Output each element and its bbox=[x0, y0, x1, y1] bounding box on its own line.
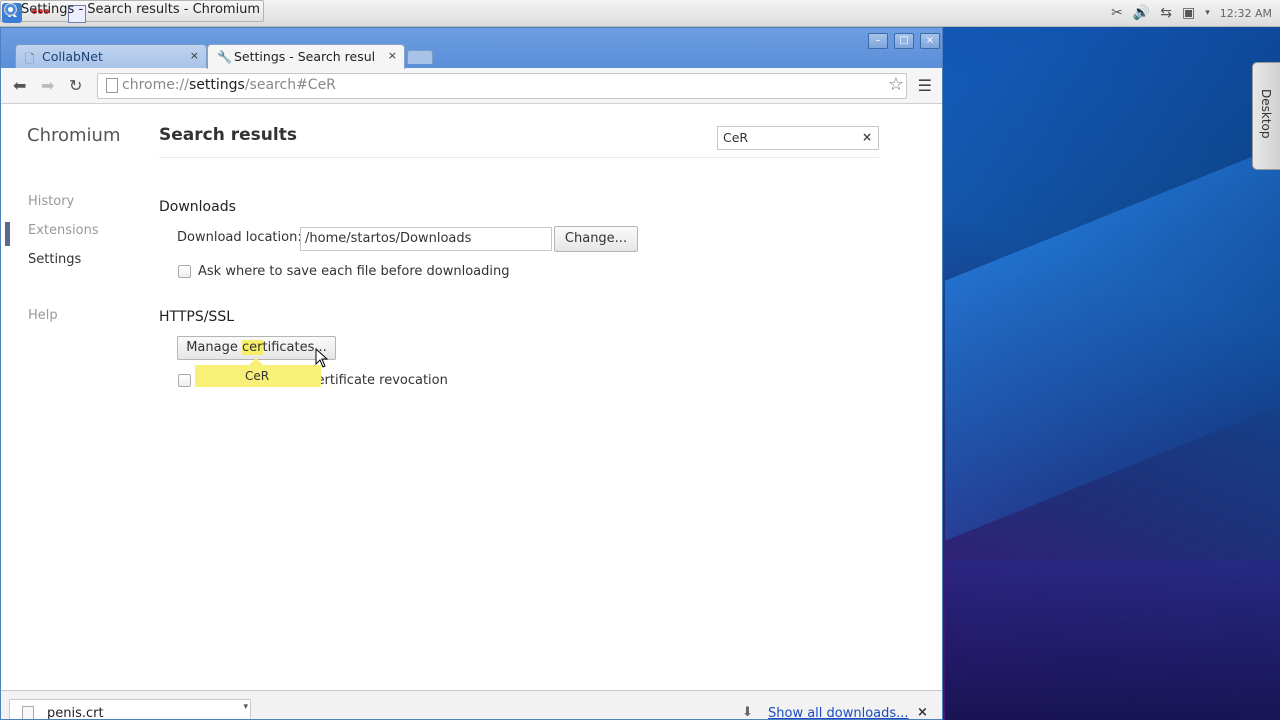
download-location-label: Download location: bbox=[177, 230, 302, 245]
browser-window: 🗋 CollabNet × 🔧 Settings - Search result… bbox=[0, 27, 943, 720]
divider bbox=[159, 157, 879, 158]
tab-settings[interactable]: 🔧 Settings - Search results × bbox=[207, 44, 405, 69]
section-title-https: HTTPS/SSL bbox=[159, 309, 235, 325]
browser-toolbar: ⬅ ➡ ↻ chrome://settings/search#CeR ☆ ☰ bbox=[1, 68, 942, 104]
download-file-name: penis.crt bbox=[47, 706, 104, 720]
tab-close-button[interactable]: × bbox=[190, 49, 199, 62]
system-tray: ✂ 🔊 ⇆ ▣ ▾ 12:32 AM bbox=[1111, 3, 1272, 23]
volume-icon[interactable]: 🔊 bbox=[1133, 5, 1150, 21]
download-item[interactable]: penis.crt ▾ bbox=[9, 699, 251, 720]
mouse-cursor-icon bbox=[315, 348, 329, 368]
back-button[interactable]: ⬅ bbox=[13, 76, 26, 95]
menu-icon[interactable]: ☰ bbox=[918, 76, 932, 95]
search-input[interactable]: CeR × bbox=[717, 126, 879, 150]
clear-search-icon[interactable]: × bbox=[862, 130, 872, 144]
revocation-checkbox[interactable] bbox=[178, 374, 191, 387]
close-shelf-button[interactable]: × bbox=[917, 705, 928, 719]
sidebar-item-history[interactable]: History bbox=[28, 194, 74, 209]
taskbar: K Settings - Search results - Chromium ✂… bbox=[0, 0, 1280, 27]
download-menu-icon[interactable]: ▾ bbox=[243, 702, 248, 712]
page-title: Search results bbox=[159, 125, 297, 145]
brand-title: Chromium bbox=[27, 125, 121, 146]
manage-certificates-button[interactable]: Manage certificates... bbox=[177, 336, 336, 360]
sidebar-item-extensions[interactable]: Extensions bbox=[28, 223, 99, 238]
desktop-toolbox-label: Desktop bbox=[1259, 89, 1273, 139]
close-window-button[interactable]: × bbox=[920, 33, 940, 49]
settings-page: Chromium History Extensions Settings Hel… bbox=[1, 104, 942, 690]
file-icon bbox=[22, 706, 34, 719]
address-url: chrome://settings/search#CeR bbox=[122, 77, 336, 93]
page-icon bbox=[106, 78, 118, 93]
tab-collabnet[interactable]: 🗋 CollabNet × bbox=[15, 44, 207, 69]
network-icon[interactable]: ⇆ bbox=[1160, 5, 1172, 21]
bookmark-star-icon[interactable]: ☆ bbox=[888, 74, 904, 95]
address-bar[interactable]: chrome://settings/search#CeR ☆ bbox=[97, 73, 907, 99]
search-highlight: cer bbox=[242, 340, 263, 355]
scissors-icon[interactable]: ✂ bbox=[1111, 5, 1123, 21]
ask-where-checkbox[interactable] bbox=[178, 265, 191, 278]
search-match-bubble: CeR bbox=[195, 358, 321, 387]
change-button[interactable]: Change... bbox=[554, 226, 638, 252]
minimize-button[interactable]: – bbox=[868, 33, 888, 49]
download-shelf: penis.crt ▾ ⬇ Show all downloads... × bbox=[1, 690, 942, 720]
active-indicator bbox=[5, 222, 10, 246]
sidebar-item-help[interactable]: Help bbox=[28, 308, 58, 323]
wrench-icon: 🔧 bbox=[217, 50, 232, 64]
download-arrow-icon: ⬇ bbox=[742, 705, 753, 720]
download-location-field[interactable]: /home/startos/Downloads bbox=[300, 227, 552, 251]
reload-button[interactable]: ↻ bbox=[69, 76, 82, 95]
notifications-icon[interactable]: ▣ bbox=[1182, 5, 1195, 21]
ask-where-label: Ask where to save each file before downl… bbox=[198, 264, 510, 279]
new-tab-button[interactable] bbox=[407, 50, 433, 64]
tray-expand-icon[interactable]: ▾ bbox=[1205, 8, 1210, 18]
tab-strip: 🗋 CollabNet × 🔧 Settings - Search result… bbox=[1, 28, 942, 69]
maximize-button[interactable]: □ bbox=[894, 33, 914, 49]
desktop-toolbox[interactable]: Desktop bbox=[1252, 62, 1280, 170]
sidebar-item-settings[interactable]: Settings bbox=[28, 252, 81, 267]
chromium-icon bbox=[4, 3, 17, 16]
clock[interactable]: 12:32 AM bbox=[1220, 7, 1272, 20]
forward-button[interactable]: ➡ bbox=[41, 76, 54, 95]
tab-title: CollabNet bbox=[42, 49, 103, 64]
section-title-downloads: Downloads bbox=[159, 199, 236, 215]
search-value: CeR bbox=[723, 130, 749, 145]
tab-close-button[interactable]: × bbox=[388, 49, 397, 62]
taskbar-task-label: Settings - Search results - Chromium bbox=[21, 2, 261, 17]
tab-title: Settings - Search results bbox=[234, 49, 374, 64]
show-all-downloads-link[interactable]: Show all downloads... bbox=[768, 706, 909, 719]
